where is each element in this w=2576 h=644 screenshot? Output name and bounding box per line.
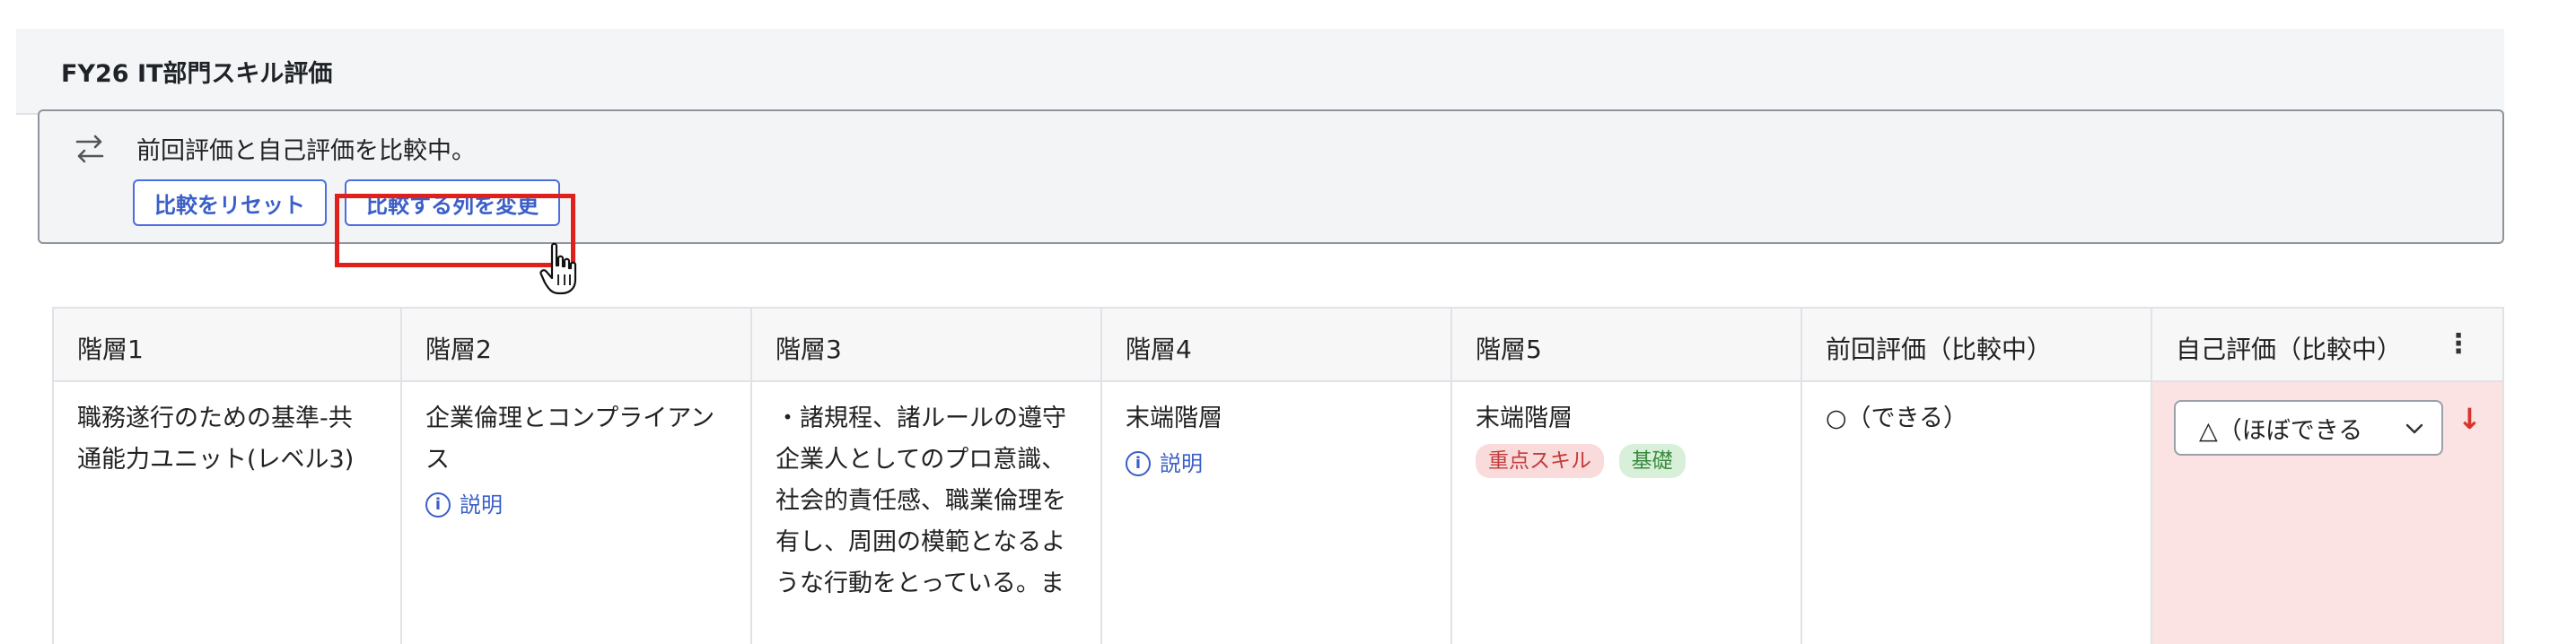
compare-notice-bar: 前回評価と自己評価を比較中。 比較をリセット 比較する列を変更 bbox=[38, 109, 2504, 244]
cell-level2: 企業倫理とコンプライアン ス i 説明 bbox=[402, 382, 752, 644]
skill-table: 階層1 階層2 階層3 階層4 階層5 前回評価（比較中） 自己評価（比較中） … bbox=[52, 307, 2504, 644]
cell-level4: 末端階層 i 説明 bbox=[1102, 382, 1452, 644]
cell-level5: 末端階層 重点スキル 基礎 bbox=[1452, 382, 1802, 644]
description-link[interactable]: i 説明 bbox=[425, 484, 714, 526]
panel-header: FY26 IT部門スキル評価 bbox=[16, 29, 2504, 115]
info-icon: i bbox=[425, 492, 451, 518]
info-icon: i bbox=[1126, 451, 1151, 476]
column-menu-icon[interactable]: ⋮ bbox=[2445, 328, 2472, 360]
reset-compare-button[interactable]: 比較をリセット bbox=[133, 179, 327, 226]
cell-level3: ・諸規程、諸ルールの遵守 企業人としてのプロ意識、 社会的責任感、職業倫理を 有… bbox=[752, 382, 1102, 644]
page-title: FY26 IT部門スキル評価 bbox=[61, 60, 333, 88]
chevron-down-icon bbox=[2405, 423, 2423, 434]
cell-previous-eval: ○（できる） bbox=[1802, 382, 2152, 644]
header-level3: 階層3 bbox=[752, 309, 1102, 380]
description-link[interactable]: i 説明 bbox=[1126, 443, 1222, 484]
compare-message: 前回評価と自己評価を比較中。 bbox=[136, 137, 476, 165]
self-eval-select[interactable]: △（ほぼできる bbox=[2174, 400, 2443, 456]
table-header-row: 階層1 階層2 階層3 階層4 階層5 前回評価（比較中） 自己評価（比較中） … bbox=[54, 309, 2502, 382]
header-level2: 階層2 bbox=[402, 309, 752, 380]
priority-skill-tag: 重点スキル bbox=[1476, 444, 1604, 478]
header-level5: 階層5 bbox=[1452, 309, 1802, 380]
sync-arrows-icon bbox=[75, 135, 104, 163]
basic-tag: 基礎 bbox=[1618, 444, 1686, 478]
cell-level1: 職務遂行のための基準-共 通能力ユニット(レベル3) bbox=[54, 382, 402, 644]
decrease-arrow-icon: ↓ bbox=[2458, 402, 2482, 436]
table-row: 職務遂行のための基準-共 通能力ユニット(レベル3) 企業倫理とコンプライアン … bbox=[54, 382, 2502, 644]
header-previous-eval: 前回評価（比較中） bbox=[1802, 309, 2152, 380]
cell-self-eval: △（ほぼできる ↓ bbox=[2152, 382, 2502, 644]
hand-pointer-icon bbox=[539, 242, 577, 295]
header-level4: 階層4 bbox=[1102, 309, 1452, 380]
header-level1: 階層1 bbox=[54, 309, 402, 380]
header-self-eval: 自己評価（比較中） ⋮ bbox=[2176, 328, 2472, 364]
change-compare-columns-button[interactable]: 比較する列を変更 bbox=[345, 179, 560, 226]
